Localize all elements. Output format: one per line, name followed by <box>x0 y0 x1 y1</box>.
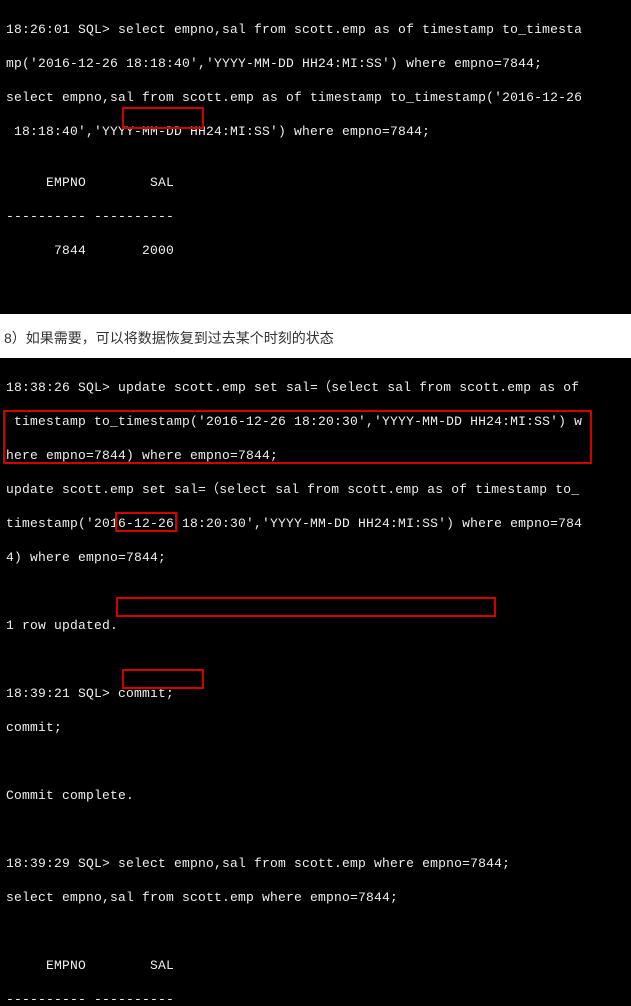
terminal-block-2: 18:38:26 SQL> update scott.emp set sal=（… <box>0 358 631 1006</box>
highlight-commit <box>115 512 177 532</box>
highlight-sal-3000 <box>122 669 204 689</box>
terminal-block-1: 18:26:01 SQL> select empno,sal from scot… <box>0 0 631 314</box>
step-annotation: 8）如果需要，可以将数据恢复到过去某个时刻的状态 <box>0 314 631 358</box>
highlight-select-statement <box>116 597 496 617</box>
highlight-update-statement <box>3 410 592 464</box>
highlight-sal-2000 <box>122 107 204 129</box>
